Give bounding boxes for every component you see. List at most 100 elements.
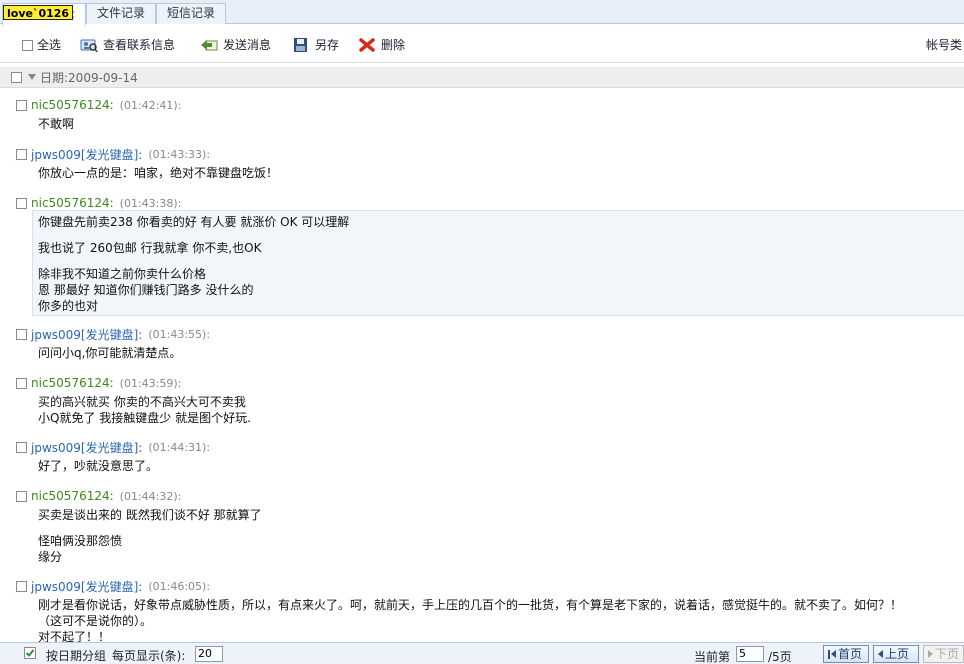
message-header: jpws009[发光键盘]: (01:43:33):	[16, 146, 210, 162]
checkbox-icon[interactable]	[16, 99, 27, 111]
sender-name: nic50576124:	[31, 376, 114, 390]
checkbox-icon[interactable]	[16, 377, 27, 389]
message-item: nic50576124: (01:44:32): 买卖是谈出来的 既然我们谈不好…	[0, 488, 964, 570]
per-page-label: 每页显示(条):	[112, 649, 186, 663]
tab-label: 短信记录	[167, 6, 216, 20]
checkbox-icon[interactable]	[16, 328, 27, 340]
view-contact-button[interactable]: 查看联系信息	[80, 36, 175, 54]
message-header: nic50576124: (01:43:59):	[16, 375, 181, 391]
checkmark-icon[interactable]	[24, 647, 36, 659]
message-line: 缘分	[38, 550, 63, 564]
message-body: 不敢啊	[38, 116, 74, 132]
prev-page-arrow-icon	[878, 650, 883, 658]
message-item: jpws009[发光键盘]: (01:46:05): 刚才是看你说话，好象带点威…	[0, 578, 964, 644]
send-message-button[interactable]: 发送消息	[200, 36, 271, 54]
message-line: 我也说了 260包邮 行我就拿 你不卖,也OK	[38, 241, 262, 255]
message-time: (01:46:05):	[148, 579, 211, 593]
footer-bar: 按日期分组 每页显示(条): 20 当前第 5 /5页 首页 上页 下页	[0, 642, 964, 664]
message-item: jpws009[发光键盘]: (01:44:31): 好了，吵就没意思了。	[0, 439, 964, 479]
checkbox-icon[interactable]	[16, 148, 27, 160]
message-line: 买的高兴就买 你卖的不高兴大可不卖我	[38, 395, 246, 409]
message-body: 好了，吵就没意思了。	[38, 458, 158, 474]
message-time: (01:43:38):	[119, 196, 182, 210]
prev-page-button[interactable]: 上页	[873, 645, 919, 663]
message-line: 恩 那最好 知道你们赚钱门路多 没什么的	[38, 283, 254, 297]
message-header: jpws009[发光键盘]: (01:44:31):	[16, 439, 210, 455]
message-line: 小Q就免了 我接触键盘少 就是图个好玩.	[38, 411, 251, 425]
account-type-label[interactable]: 帐号类	[926, 36, 962, 53]
message-line: 买卖是谈出来的 既然我们谈不好 那就算了	[38, 508, 262, 522]
message-body: 问问小q,你可能就清楚点。	[38, 345, 181, 361]
message-line: 你放心一点的是：咱家，绝对不靠键盘吃饭！	[38, 166, 279, 180]
checkbox-icon[interactable]	[16, 490, 27, 502]
tab-label: 文件记录	[97, 6, 146, 20]
message-header: nic50576124: (01:44:32):	[16, 488, 181, 504]
red-x-icon	[359, 38, 375, 52]
send-message-label: 发送消息	[223, 38, 272, 52]
message-body: 买卖是谈出来的 既然我们谈不好 那就算了 怪咱俩没那怨愤 缘分	[38, 507, 262, 565]
message-line: 刚才是看你说话，好象带点威胁性质，所以，有点来火了。呵，就前天，手上压的几百个的…	[38, 598, 903, 612]
total-pages-label: /5页	[768, 650, 792, 664]
first-page-button[interactable]: 首页	[823, 645, 869, 663]
checkbox-icon[interactable]	[22, 39, 33, 51]
message-item: jpws009[发光键盘]: (01:43:55): 问问小q,你可能就清楚点。	[0, 326, 964, 366]
current-page-input[interactable]: 5	[736, 646, 764, 662]
floppy-disk-icon	[294, 38, 307, 52]
message-item: nic50576124: (01:42:41): 不敢啊	[0, 97, 964, 137]
message-line: 问问小q,你可能就清楚点。	[38, 346, 182, 360]
delete-button[interactable]: 删除	[358, 36, 405, 54]
message-time: (01:43:59):	[119, 376, 182, 390]
current-page-label: 当前第	[694, 650, 731, 664]
message-item: nic50576124: (01:43:59): 买的高兴就买 你卖的不高兴大可…	[0, 375, 964, 431]
sender-name: jpws009[发光键盘]:	[31, 147, 143, 162]
sender-name: nic50576124:	[31, 98, 114, 112]
contact-card-icon	[80, 39, 98, 53]
date-label: 日期:2009-09-14	[40, 70, 138, 85]
save-as-label: 另存	[315, 38, 340, 52]
first-page-label: 首页	[838, 647, 863, 661]
message-item: nic50576124: (01:43:38): 你键盘先前卖238 你看卖的好…	[0, 195, 964, 320]
select-all-label: 全选	[37, 38, 62, 52]
message-line: 不敢啊	[38, 117, 75, 131]
date-group-header[interactable]: 日期:2009-09-14	[0, 67, 964, 88]
sender-name: jpws009[发光键盘]:	[31, 327, 143, 342]
message-body: 买的高兴就买 你卖的不高兴大可不卖我 小Q就免了 我接触键盘少 就是图个好玩.	[38, 394, 251, 426]
sender-name: nic50576124:	[31, 489, 114, 503]
message-line: 怪咱俩没那怨愤	[38, 534, 123, 548]
message-line: 你多的也对	[38, 299, 99, 313]
first-page-arrow-icon	[831, 650, 836, 658]
message-line: 除非我不知道之前你卖什么价格	[38, 267, 207, 281]
sender-name: jpws009[发光键盘]:	[31, 579, 143, 594]
tab-bar: 录 文件记录 短信记录	[0, 0, 964, 25]
message-body: 你放心一点的是：咱家，绝对不靠键盘吃饭！	[38, 165, 278, 181]
checkbox-icon[interactable]	[11, 71, 22, 83]
tab-file-records[interactable]: 文件记录	[86, 3, 156, 24]
message-line: 好了，吵就没意思了。	[38, 459, 159, 473]
collapse-triangle-icon[interactable]	[28, 74, 36, 80]
view-contact-label: 查看联系信息	[103, 38, 176, 52]
message-header: nic50576124: (01:43:38):	[16, 195, 181, 211]
message-line: 你键盘先前卖238 你看卖的好 有人要 就涨价 OK 可以理解	[38, 215, 350, 229]
message-header: jpws009[发光键盘]: (01:46:05):	[16, 578, 210, 594]
message-time: (01:43:55):	[148, 327, 211, 341]
checkbox-icon[interactable]	[16, 580, 27, 592]
message-item: jpws009[发光键盘]: (01:43:33): 你放心一点的是：咱家，绝对…	[0, 146, 964, 186]
prev-page-label: 上页	[885, 647, 910, 661]
delete-label: 删除	[381, 38, 406, 52]
first-page-bar-icon	[828, 649, 830, 659]
checkbox-icon[interactable]	[16, 441, 27, 453]
window-title-badge: love`0126	[3, 5, 74, 20]
message-time: (01:44:32):	[119, 489, 182, 503]
group-by-date-label: 按日期分组	[46, 649, 107, 663]
message-time: (01:44:31):	[148, 440, 211, 454]
message-header: nic50576124: (01:42:41):	[16, 97, 181, 113]
next-page-button[interactable]: 下页	[923, 645, 964, 663]
checkbox-icon[interactable]	[16, 197, 27, 209]
save-as-button[interactable]: 另存	[292, 36, 339, 54]
send-arrow-icon	[201, 40, 218, 51]
select-all-checkbox[interactable]: 全选	[22, 36, 61, 54]
message-time: (01:42:41):	[119, 98, 182, 112]
message-header: jpws009[发光键盘]: (01:43:55):	[16, 326, 210, 342]
tab-sms-records[interactable]: 短信记录	[156, 3, 226, 24]
per-page-input[interactable]: 20	[195, 646, 223, 662]
